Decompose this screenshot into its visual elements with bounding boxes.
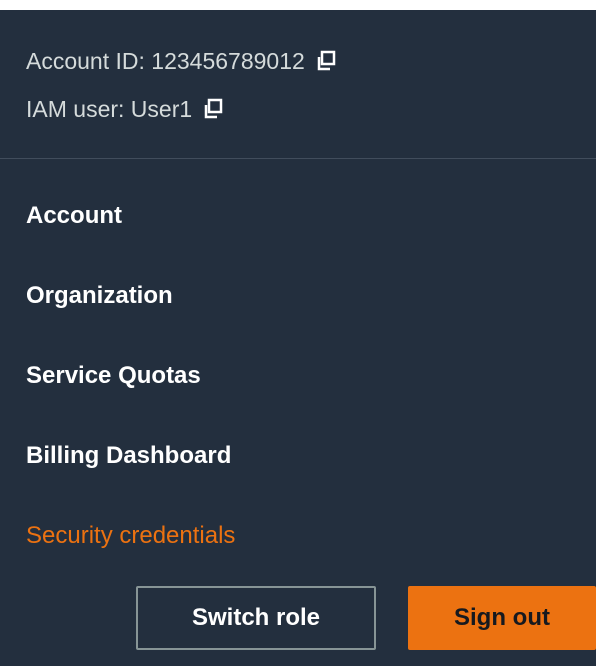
account-info: Account ID: 123456789012 IAM user: User1	[26, 46, 337, 142]
menu-item-organization[interactable]: Organization	[26, 278, 235, 358]
sign-out-button[interactable]: Sign out	[408, 586, 596, 650]
menu-item-billing-dashboard[interactable]: Billing Dashboard	[26, 438, 235, 518]
iam-user-row: IAM user: User1	[26, 94, 337, 124]
account-menu: Account Organization Service Quotas Bill…	[26, 198, 235, 598]
account-id-row: Account ID: 123456789012	[26, 46, 337, 76]
copy-icon[interactable]	[315, 50, 337, 72]
button-row: Switch role Sign out	[136, 586, 596, 650]
account-menu-panel: Account ID: 123456789012 IAM user: User1…	[0, 10, 596, 666]
menu-item-service-quotas[interactable]: Service Quotas	[26, 358, 235, 438]
copy-icon[interactable]	[202, 98, 224, 120]
account-id-label: Account ID: 123456789012	[26, 47, 305, 74]
switch-role-button[interactable]: Switch role	[136, 586, 376, 650]
iam-user-label: IAM user: User1	[26, 95, 193, 122]
menu-item-account[interactable]: Account	[26, 198, 235, 278]
divider	[0, 158, 596, 159]
